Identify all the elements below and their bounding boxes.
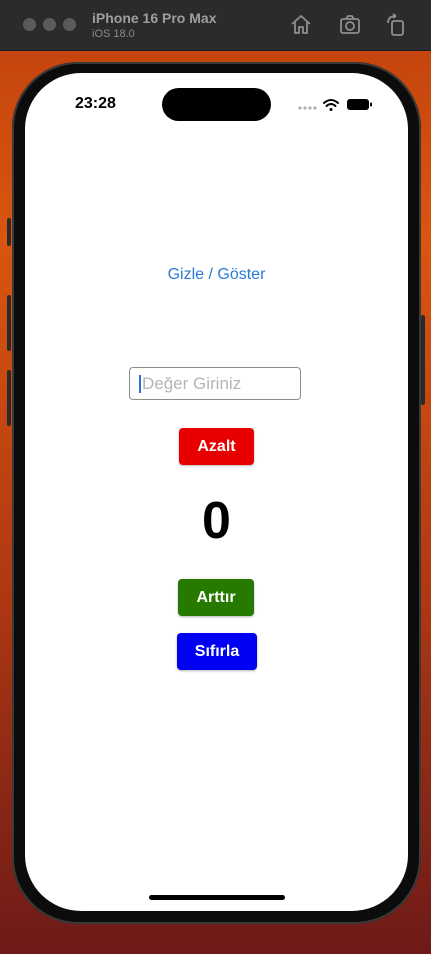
wifi-icon bbox=[323, 99, 339, 111]
home-icon[interactable] bbox=[289, 13, 313, 37]
minimize-window-button[interactable] bbox=[43, 18, 56, 31]
counter-value: 0 bbox=[202, 492, 231, 550]
battery-icon bbox=[347, 99, 372, 110]
decrement-button[interactable]: Azalt bbox=[179, 428, 254, 465]
toggle-visibility-button[interactable]: Gizle / Göster bbox=[25, 266, 408, 284]
text-caret bbox=[139, 375, 141, 393]
reset-button[interactable]: Sıfırla bbox=[177, 633, 257, 670]
device-name: iPhone 16 Pro Max bbox=[92, 10, 217, 26]
status-time: 23:28 bbox=[75, 95, 116, 112]
action-button bbox=[7, 218, 11, 246]
value-input[interactable]: Değer Giriniz bbox=[129, 367, 301, 400]
device-screen: 23:28 Gizle / Göster Değer Giriniz Azalt… bbox=[25, 73, 408, 911]
volume-down-button bbox=[7, 370, 11, 426]
volume-up-button bbox=[7, 295, 11, 351]
status-icons bbox=[298, 99, 372, 111]
screenshot-icon[interactable] bbox=[338, 13, 362, 37]
dynamic-island bbox=[162, 88, 271, 121]
zoom-window-button[interactable] bbox=[63, 18, 76, 31]
home-indicator[interactable] bbox=[149, 895, 285, 900]
value-input-placeholder: Değer Giriniz bbox=[142, 374, 242, 393]
close-window-button[interactable] bbox=[23, 18, 36, 31]
power-button bbox=[421, 315, 425, 405]
simulator-titlebar: iPhone 16 Pro Max iOS 18.0 bbox=[0, 0, 431, 51]
os-version: iOS 18.0 bbox=[92, 28, 135, 40]
rotate-icon[interactable] bbox=[384, 13, 408, 37]
increment-button[interactable]: Arttır bbox=[178, 579, 254, 616]
signal-dots-icon bbox=[298, 106, 317, 110]
